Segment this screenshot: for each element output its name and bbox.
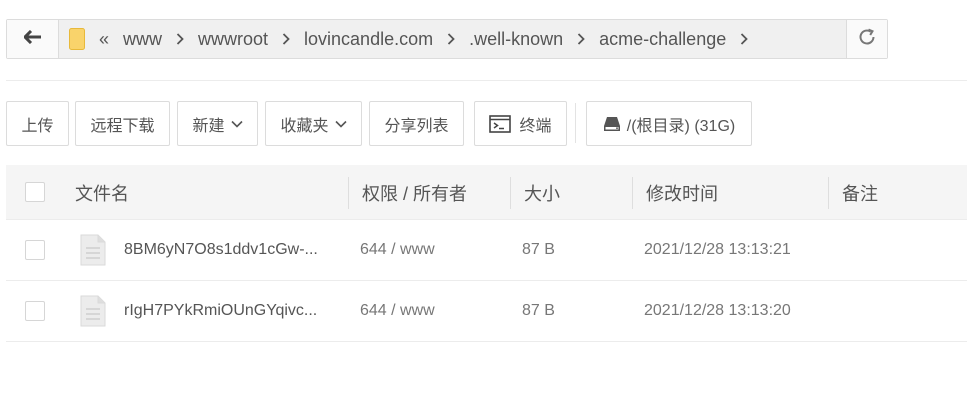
column-divider (632, 177, 633, 209)
file-name[interactable]: 8BM6yN7O8s1ddv1cGw-... (124, 220, 318, 280)
refresh-button[interactable] (846, 20, 887, 58)
terminal-button-label: 终端 (519, 117, 552, 135)
column-header-modified[interactable]: 修改时间 (646, 165, 718, 220)
file-name[interactable]: rIgH7PYkRmiOUnGYqivc... (124, 281, 317, 341)
disk-icon (603, 116, 621, 132)
column-header-size[interactable]: 大小 (524, 165, 560, 220)
divider (6, 80, 967, 81)
file-size: 87 B (522, 241, 555, 258)
file-permission[interactable]: 644 / www (360, 220, 435, 280)
share-list-button[interactable]: 分享列表 (369, 101, 464, 146)
chevron-down-icon (230, 120, 243, 128)
chevron-right-icon (740, 33, 749, 45)
refresh-icon (857, 27, 877, 52)
upload-button[interactable]: 上传 (6, 101, 69, 146)
remote-download-button[interactable]: 远程下载 (75, 101, 170, 146)
new-dropdown-button[interactable]: 新建 (177, 101, 258, 146)
breadcrumb-item-domain[interactable]: lovincandle.com (304, 29, 433, 50)
favorites-dropdown-button[interactable]: 收藏夹 (265, 101, 362, 146)
table-row[interactable]: rIgH7PYkRmiOUnGYqivc... 644 / www 87 B 2… (6, 281, 967, 342)
file-modified-time: 2021/12/28 13:13:21 (644, 241, 791, 258)
path-bar: « www wwwroot lovincandle.com .well-know… (6, 19, 888, 59)
terminal-button[interactable]: 终端 (474, 101, 567, 146)
column-header-name[interactable]: 文件名 (75, 165, 129, 220)
file-icon (80, 295, 106, 327)
folder-icon (69, 28, 85, 50)
file-icon (80, 234, 106, 266)
file-permission[interactable]: 644 / www (360, 281, 435, 341)
column-divider (348, 177, 349, 209)
row-checkbox[interactable] (25, 301, 45, 321)
chevron-right-icon (447, 33, 455, 45)
breadcrumb: « www wwwroot lovincandle.com .well-know… (59, 20, 846, 58)
column-divider (510, 177, 511, 209)
chevron-right-icon (282, 33, 290, 45)
favorites-button-label: 收藏夹 (280, 117, 329, 135)
column-divider (828, 177, 829, 209)
double-chevron-left-icon[interactable]: « (99, 30, 109, 48)
breadcrumb-item-www[interactable]: www (123, 29, 162, 50)
file-modified-time: 2021/12/28 13:13:20 (644, 302, 791, 319)
chevron-down-icon (334, 120, 347, 128)
table-row[interactable]: 8BM6yN7O8s1ddv1cGw-... 644 / www 87 B 20… (6, 220, 967, 281)
toolbar-divider (575, 103, 576, 143)
disk-button[interactable]: /(根目录) (31G) (586, 101, 752, 146)
file-table-header: 文件名 权限 / 所有者 大小 修改时间 备注 (6, 165, 967, 220)
terminal-icon (489, 114, 512, 133)
file-size: 87 B (522, 302, 555, 319)
row-checkbox[interactable] (25, 240, 45, 260)
breadcrumb-item-well-known[interactable]: .well-known (469, 29, 563, 50)
chevron-right-icon (176, 33, 184, 45)
disk-button-label: /(根目录) (31G) (626, 117, 736, 135)
breadcrumb-item-acme-challenge[interactable]: acme-challenge (599, 29, 726, 50)
select-all-checkbox[interactable] (25, 182, 45, 202)
breadcrumb-item-wwwroot[interactable]: wwwroot (198, 29, 268, 50)
new-button-label: 新建 (192, 117, 225, 135)
back-button[interactable] (7, 20, 59, 58)
arrow-left-icon (22, 29, 42, 49)
column-header-note: 备注 (842, 183, 878, 204)
chevron-right-icon (577, 33, 585, 45)
column-header-permission[interactable]: 权限 / 所有者 (362, 165, 467, 220)
